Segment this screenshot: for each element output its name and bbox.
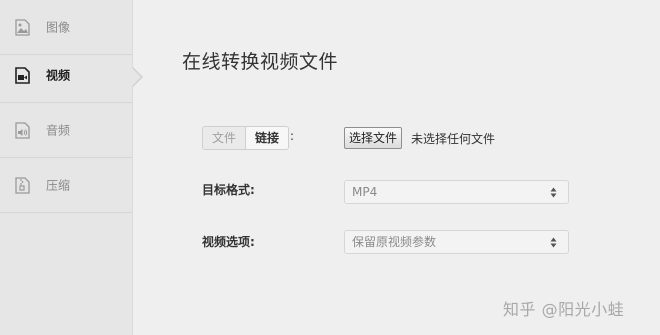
select-arrows-icon (550, 237, 557, 248)
tab-link[interactable]: 链接 (246, 127, 289, 149)
sidebar-item-label: 图像 (46, 20, 71, 35)
choose-file-button[interactable]: 选择文件 (344, 127, 403, 149)
video-options-value: 保留原视频参数 (352, 235, 437, 249)
sidebar-item-audio[interactable]: 音频 (0, 103, 132, 158)
source-toggle: 文件 链接 (202, 126, 290, 150)
archive-icon (14, 176, 30, 194)
audio-icon (14, 121, 30, 139)
sidebar-item-label: 视频 (46, 68, 71, 83)
target-format-value: MP4 (352, 185, 378, 199)
sidebar-item-label: 压缩 (46, 178, 71, 193)
watermark: 知乎 @阳光小蛙 (503, 300, 625, 319)
active-indicator (132, 68, 141, 86)
sidebar-item-image[interactable]: 图像 (0, 0, 132, 55)
source-colon: : (290, 129, 295, 143)
page-title: 在线转换视频文件 (182, 51, 339, 73)
select-arrows-icon (550, 187, 557, 198)
video-options-select[interactable]: 保留原视频参数 (344, 230, 569, 254)
video-options-label: 视频选项: (202, 235, 255, 249)
sidebar-item-archive[interactable]: 压缩 (0, 158, 132, 213)
image-icon (14, 18, 30, 36)
tab-file[interactable]: 文件 (203, 127, 247, 149)
sidebar: 图像 视频 音频 压缩 (0, 0, 133, 335)
sidebar-item-video[interactable]: 视频 (0, 48, 132, 103)
target-format-label: 目标格式: (202, 183, 255, 197)
file-status-text: 未选择任何文件 (411, 132, 496, 146)
video-icon (14, 66, 30, 84)
sidebar-item-label: 音频 (46, 123, 71, 138)
target-format-select[interactable]: MP4 (344, 180, 569, 204)
